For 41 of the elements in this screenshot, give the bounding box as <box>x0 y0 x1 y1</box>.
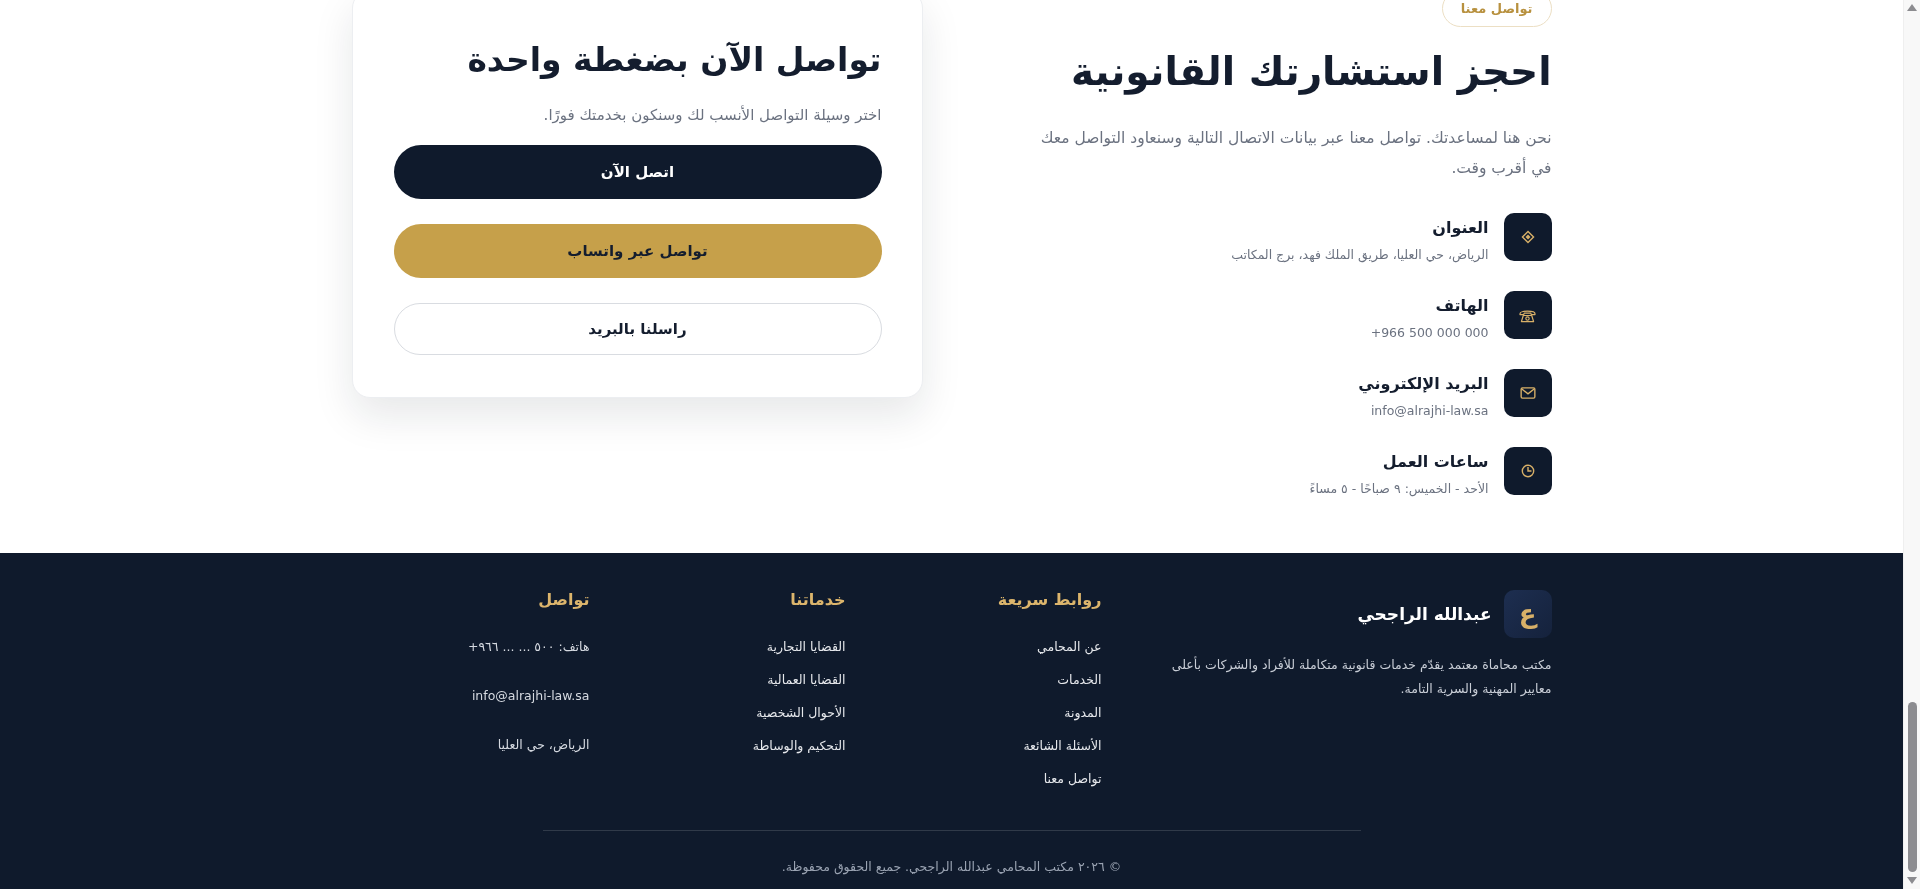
contact-item-value: الرياض، حي العليا، طريق الملك فهد، برج المكاتب <box>1231 246 1489 264</box>
contact-item-title: العنوان <box>1432 217 1489 239</box>
contact-item-value: info@alrajhi-law.sa <box>1370 402 1489 420</box>
card-subtitle: اختر وسيلة التواصل الأنسب لك وسنكون بخدمتك فورًا. <box>542 104 882 126</box>
email-us-button[interactable]: راسلنا بالبريد <box>393 303 882 355</box>
footer-heading: روابط سريعة <box>996 589 1102 611</box>
footer-link[interactable]: الأحوال الشخصية <box>756 705 846 720</box>
footer-link[interactable]: الأسئلة الشائعة <box>1023 738 1102 753</box>
whatsapp-button[interactable]: تواصل عبر واتساب <box>393 224 882 278</box>
brand-description: مكتب محاماة معتمد يقدّم خدمات قانونية متكاملة للأفراد والشركات بأعلى معايير المهنية والسرية التامة. <box>1170 655 1552 699</box>
contact-item-title: البريد الإلكتروني <box>1358 373 1489 396</box>
scrollbar-thumb[interactable] <box>1907 702 1917 872</box>
brand-name: عبدالله الراجحي <box>1357 604 1492 624</box>
footer-contact-text: هاتف: ٥٠٠ ... ... ٩٦٦+ <box>467 639 590 654</box>
footer-link[interactable]: القضايا العمالية <box>767 672 846 687</box>
section-heading: احجز استشارتك القانونية <box>1071 48 1552 97</box>
footer-link[interactable]: الخدمات <box>1057 672 1102 687</box>
call-now-button[interactable]: اتصل الآن <box>393 145 882 199</box>
scroll-down-arrow-icon[interactable] <box>1907 877 1917 884</box>
copyright-text: © ٢٠٢٦ مكتب المحامي عبدالله الراجحي. جميع الحقوق محفوظة. <box>780 858 1123 877</box>
contact-item-title: ساعات العمل <box>1382 451 1489 473</box>
envelope-icon <box>1503 369 1552 417</box>
footer-link[interactable]: القضايا التجارية <box>766 639 846 654</box>
footer-link[interactable]: تواصل معنا <box>1043 771 1102 786</box>
section-intro: نحن هنا لمساعدتك. تواصل معنا عبر بيانات الاتصال التالية وسنعاود التواصل معك في أقرب وقت. <box>1039 128 1552 180</box>
footer-contact-text: الرياض، حي العليا <box>497 737 590 752</box>
footer-link[interactable]: المدونة <box>1064 705 1102 720</box>
clock-icon <box>1503 447 1552 495</box>
contact-item-value: الأحد - الخميس: ٩ صباحًا - ٥ مساءً <box>1309 480 1489 498</box>
footer-link[interactable]: عن المحامي <box>1037 639 1102 654</box>
contact-item-title: الهاتف <box>1435 295 1489 317</box>
card-title: تواصل الآن بضغطة واحدة <box>466 39 882 81</box>
footer-heading: خدماتنا <box>789 589 846 611</box>
contact-item-value: +966 500 000 000 <box>1370 324 1489 342</box>
telephone-icon <box>1503 291 1552 339</box>
scrollbar[interactable] <box>1903 0 1920 889</box>
footer-link[interactable]: التحكيم والوساطة <box>752 738 846 753</box>
footer-heading: تواصل <box>537 589 590 611</box>
brand-logo: ع <box>1503 590 1552 638</box>
footer-contact-text: info@alrajhi-law.sa <box>471 688 590 703</box>
scroll-up-arrow-icon[interactable] <box>1907 4 1917 11</box>
